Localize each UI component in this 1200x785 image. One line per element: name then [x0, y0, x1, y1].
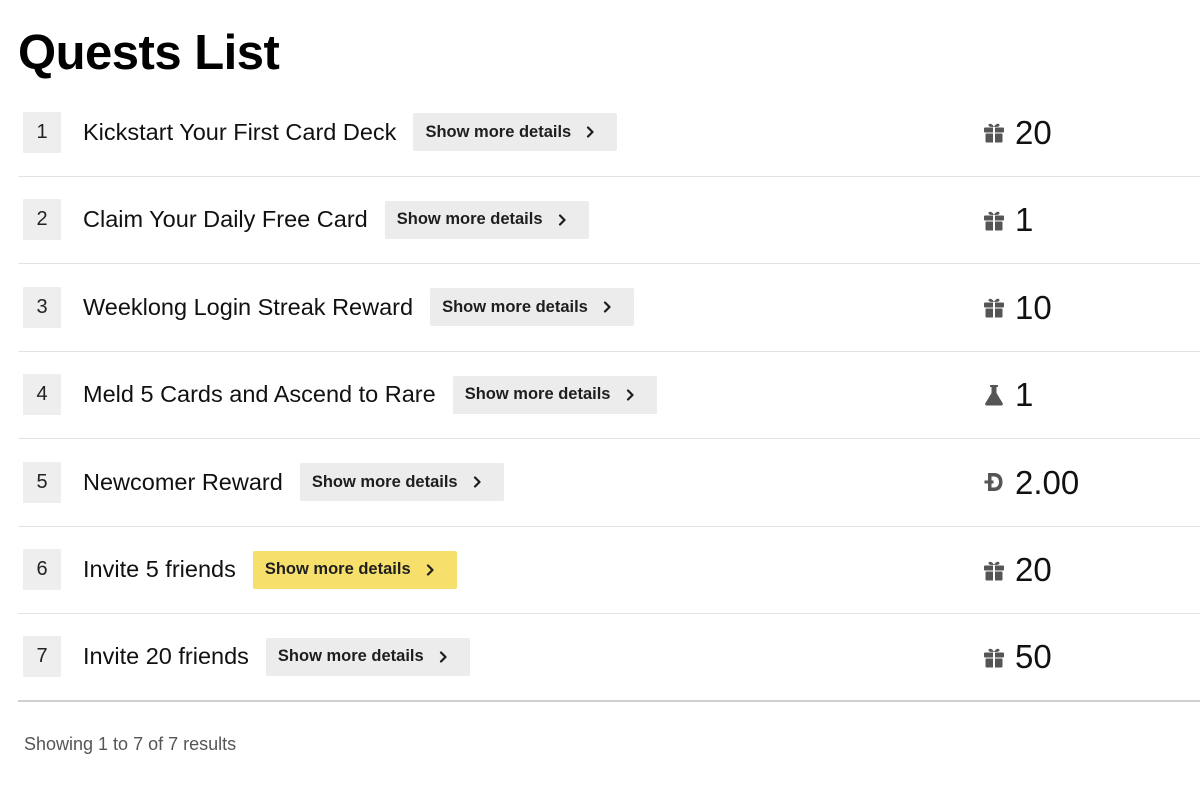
show-more-details-button[interactable]: Show more details	[413, 113, 618, 152]
quest-title: Invite 5 friends	[83, 556, 236, 583]
quest-row: 6 Invite 5 friends Show more details 20	[18, 527, 1200, 614]
flask-icon	[985, 384, 1003, 406]
reward-value: 2.00	[1015, 463, 1080, 501]
results-summary: Showing 1 to 7 of 7 results	[24, 734, 237, 754]
quest-title: Newcomer Reward	[83, 468, 283, 495]
reward: 10	[983, 264, 1052, 351]
quest-title: Invite 20 friends	[83, 643, 249, 670]
quest-index: 4	[23, 374, 61, 416]
reward: 20	[983, 89, 1052, 176]
chevron-right-icon	[439, 651, 447, 663]
quest-title: Claim Your Daily Free Card	[83, 206, 368, 233]
reward-value: 1	[1015, 201, 1034, 239]
quest-row: 2 Claim Your Daily Free Card Show more d…	[18, 177, 1200, 264]
reward-value: 20	[1015, 113, 1052, 151]
quest-row: 3 Weeklong Login Streak Reward Show more…	[18, 264, 1200, 352]
reward: 1	[983, 177, 1033, 264]
chevron-right-icon	[558, 214, 566, 226]
gift-icon	[984, 298, 1004, 319]
quest-index: 7	[23, 636, 61, 678]
reward-value: 10	[1015, 288, 1052, 326]
details-button-label: Show more details	[311, 472, 458, 491]
reward-value: 20	[1015, 551, 1052, 589]
show-more-details-button[interactable]: Show more details	[265, 637, 470, 676]
quest-index: 2	[23, 199, 61, 241]
quest-row: 4 Meld 5 Cards and Ascend to Rare Show m…	[18, 352, 1200, 439]
page-title: Quests List	[18, 26, 280, 80]
show-more-details-button[interactable]: Show more details	[252, 550, 457, 589]
show-more-details-button[interactable]: Show more details	[384, 200, 589, 239]
details-button-label: Show more details	[464, 385, 611, 404]
gift-icon	[984, 123, 1004, 144]
chevron-right-icon	[473, 476, 481, 488]
show-more-details-button[interactable]: Show more details	[430, 288, 634, 327]
quest-row: 7 Invite 20 friends Show more details 50	[18, 614, 1200, 702]
reward: 50	[983, 614, 1052, 700]
quest-row: 5 Newcomer Reward Show more details 2.00	[18, 439, 1200, 527]
chevron-right-icon	[587, 126, 594, 138]
gift-icon	[984, 648, 1004, 668]
quest-title: Kickstart Your First Card Deck	[83, 118, 397, 145]
details-button-label: Show more details	[425, 122, 572, 141]
quest-title: Meld 5 Cards and Ascend to Rare	[83, 381, 436, 408]
reward: 1	[983, 352, 1033, 439]
reward: 2.00	[983, 439, 1079, 526]
details-button-label: Show more details	[442, 297, 588, 316]
quest-index: 5	[23, 461, 61, 503]
details-button-label: Show more details	[396, 210, 543, 229]
reward-value: 50	[1015, 638, 1052, 676]
quest-title: Weeklong Login Streak Reward	[83, 293, 414, 320]
quest-index: 6	[23, 549, 61, 591]
quest-index: 1	[23, 111, 61, 153]
show-more-details-button[interactable]: Show more details	[452, 375, 657, 414]
chevron-right-icon	[603, 301, 611, 313]
details-button-label: Show more details	[277, 647, 424, 666]
reward-value: 1	[1015, 376, 1034, 414]
quest-row: 1 Kickstart Your First Card Deck Show mo…	[18, 89, 1200, 177]
reward: 20	[983, 527, 1052, 614]
gift-icon	[984, 211, 1004, 231]
chevron-right-icon	[626, 389, 634, 401]
quest-index: 3	[23, 286, 61, 328]
chevron-right-icon	[426, 564, 434, 576]
show-more-details-button[interactable]: Show more details	[299, 463, 504, 502]
coin-d-icon	[984, 473, 1003, 492]
details-button-label: Show more details	[264, 560, 411, 579]
gift-icon	[984, 561, 1004, 581]
quest-list: 1 Kickstart Your First Card Deck Show mo…	[18, 89, 1200, 702]
